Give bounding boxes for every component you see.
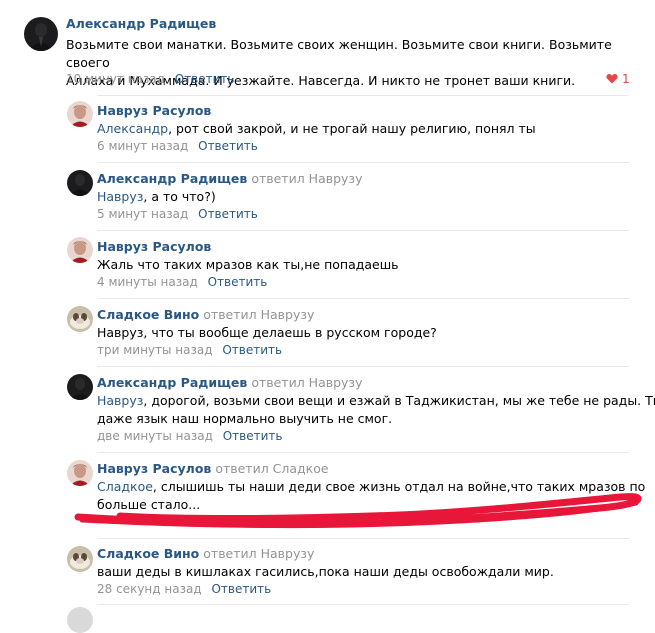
- avatar[interactable]: [67, 607, 93, 633]
- comment-author: Сладкое Вино ответил Наврузу: [97, 546, 314, 561]
- author-name-link[interactable]: Сладкое Вино: [97, 546, 199, 561]
- comment-time[interactable]: 28 секунд назад: [97, 582, 202, 596]
- reply-button[interactable]: Ответить: [211, 582, 271, 596]
- comment-text: ваши деды в кишлаках гасились,пока наши …: [97, 564, 554, 579]
- comment-meta: 28 секунд назад Ответить: [97, 582, 271, 596]
- avatar[interactable]: [67, 546, 93, 572]
- replied-to[interactable]: ответил Наврузу: [203, 546, 314, 561]
- divider: [97, 538, 629, 539]
- divider: [97, 604, 629, 605]
- red-marker-stroke: [74, 493, 642, 529]
